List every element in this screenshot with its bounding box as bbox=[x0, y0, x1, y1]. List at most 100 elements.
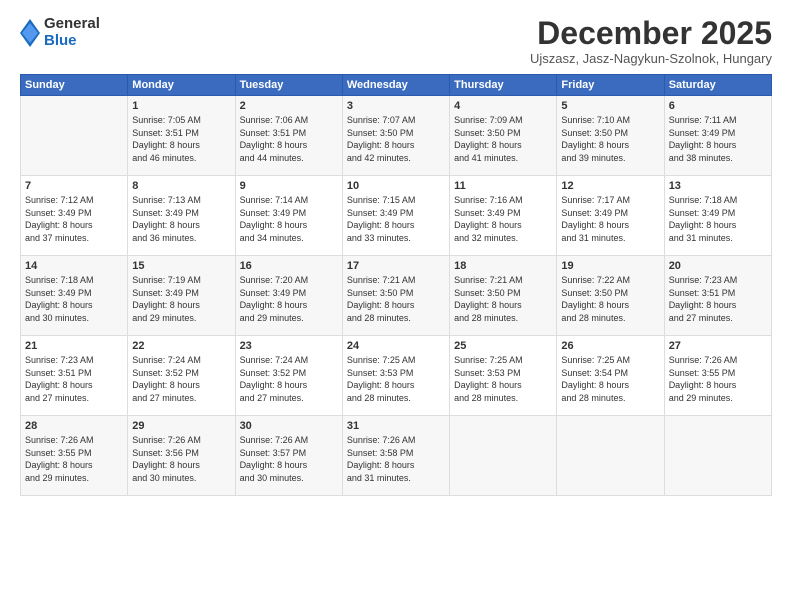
day-cell: 29 Sunrise: 7:26 AM Sunset: 3:56 PM Dayli… bbox=[128, 416, 235, 496]
day-number: 16 bbox=[240, 260, 338, 272]
day-number: 20 bbox=[669, 260, 767, 272]
header-cell-sunday: Sunday bbox=[21, 75, 128, 96]
day-info: Sunrise: 7:09 AM Sunset: 3:50 PM Dayligh… bbox=[454, 114, 552, 164]
day-info: Sunrise: 7:25 AM Sunset: 3:53 PM Dayligh… bbox=[454, 354, 552, 404]
day-cell: 8Sunrise: 7:13 AM Sunset: 3:49 PM Daylig… bbox=[128, 176, 235, 256]
day-number: 8 bbox=[132, 180, 230, 192]
day-number: 30 bbox=[240, 420, 338, 432]
logo-general: General bbox=[44, 16, 100, 33]
day-cell: 23 Sunrise: 7:24 AM Sunset: 3:52 PM Dayli… bbox=[235, 336, 342, 416]
day-info: Sunrise: 7:20 AM Sunset: 3:49 PM Dayligh… bbox=[240, 274, 338, 324]
day-number: 25 bbox=[454, 340, 552, 352]
day-number: 2 bbox=[240, 100, 338, 112]
day-cell: 5Sunrise: 7:10 AM Sunset: 3:50 PM Daylig… bbox=[557, 96, 664, 176]
header-cell-friday: Friday bbox=[557, 75, 664, 96]
day-number: 9 bbox=[240, 180, 338, 192]
day-number: 22 bbox=[132, 340, 230, 352]
day-number: 12 bbox=[561, 180, 659, 192]
day-info: Sunrise: 7:12 AM Sunset: 3:49 PM Dayligh… bbox=[25, 194, 123, 244]
day-number: 21 bbox=[25, 340, 123, 352]
day-info: Sunrise: 7:26 AM Sunset: 3:56 PM Dayligh… bbox=[132, 434, 230, 484]
day-cell: 31Sunrise: 7:26 AM Sunset: 3:58 PM Dayli… bbox=[342, 416, 449, 496]
day-number: 17 bbox=[347, 260, 445, 272]
day-cell: 7 Sunrise: 7:12 AM Sunset: 3:49 PM Daylig… bbox=[21, 176, 128, 256]
header-cell-tuesday: Tuesday bbox=[235, 75, 342, 96]
day-cell: 12 Sunrise: 7:17 AM Sunset: 3:49 PM Dayli… bbox=[557, 176, 664, 256]
day-cell: 1 Sunrise: 7:05 AM Sunset: 3:51 PM Daylig… bbox=[128, 96, 235, 176]
week-row-3: 14Sunrise: 7:18 AM Sunset: 3:49 PM Dayli… bbox=[21, 256, 772, 336]
day-number: 23 bbox=[240, 340, 338, 352]
day-number: 19 bbox=[561, 260, 659, 272]
day-cell: 26Sunrise: 7:25 AM Sunset: 3:54 PM Dayli… bbox=[557, 336, 664, 416]
day-cell: 4 Sunrise: 7:09 AM Sunset: 3:50 PM Daylig… bbox=[450, 96, 557, 176]
day-info: Sunrise: 7:25 AM Sunset: 3:53 PM Dayligh… bbox=[347, 354, 445, 404]
day-info: Sunrise: 7:21 AM Sunset: 3:50 PM Dayligh… bbox=[347, 274, 445, 324]
day-info: Sunrise: 7:15 AM Sunset: 3:49 PM Dayligh… bbox=[347, 194, 445, 244]
week-row-2: 7 Sunrise: 7:12 AM Sunset: 3:49 PM Daylig… bbox=[21, 176, 772, 256]
header-cell-monday: Monday bbox=[128, 75, 235, 96]
day-info: Sunrise: 7:16 AM Sunset: 3:49 PM Dayligh… bbox=[454, 194, 552, 244]
day-cell: 18 Sunrise: 7:21 AM Sunset: 3:50 PM Dayli… bbox=[450, 256, 557, 336]
day-cell: 30 Sunrise: 7:26 AM Sunset: 3:57 PM Dayli… bbox=[235, 416, 342, 496]
day-number: 7 bbox=[25, 180, 123, 192]
day-info: Sunrise: 7:11 AM Sunset: 3:49 PM Dayligh… bbox=[669, 114, 767, 164]
day-number: 3 bbox=[347, 100, 445, 112]
day-cell: 6Sunrise: 7:11 AM Sunset: 3:49 PM Daylig… bbox=[664, 96, 771, 176]
day-info: Sunrise: 7:18 AM Sunset: 3:49 PM Dayligh… bbox=[669, 194, 767, 244]
page: General Blue December 2025 Ujszasz, Jasz… bbox=[0, 0, 792, 612]
day-cell: 27Sunrise: 7:26 AM Sunset: 3:55 PM Dayli… bbox=[664, 336, 771, 416]
day-info: Sunrise: 7:24 AM Sunset: 3:52 PM Dayligh… bbox=[240, 354, 338, 404]
day-cell: 14Sunrise: 7:18 AM Sunset: 3:49 PM Dayli… bbox=[21, 256, 128, 336]
day-cell: 28Sunrise: 7:26 AM Sunset: 3:55 PM Dayli… bbox=[21, 416, 128, 496]
title-section: December 2025 Ujszasz, Jasz-Nagykun-Szol… bbox=[530, 16, 772, 66]
week-row-5: 28Sunrise: 7:26 AM Sunset: 3:55 PM Dayli… bbox=[21, 416, 772, 496]
week-row-4: 21Sunrise: 7:23 AM Sunset: 3:51 PM Dayli… bbox=[21, 336, 772, 416]
day-cell: 13 Sunrise: 7:18 AM Sunset: 3:49 PM Dayli… bbox=[664, 176, 771, 256]
week-row-1: 1 Sunrise: 7:05 AM Sunset: 3:51 PM Daylig… bbox=[21, 96, 772, 176]
day-cell bbox=[664, 416, 771, 496]
day-info: Sunrise: 7:06 AM Sunset: 3:51 PM Dayligh… bbox=[240, 114, 338, 164]
day-cell: 9Sunrise: 7:14 AM Sunset: 3:49 PM Daylig… bbox=[235, 176, 342, 256]
logo-icon bbox=[20, 19, 40, 47]
day-info: Sunrise: 7:26 AM Sunset: 3:57 PM Dayligh… bbox=[240, 434, 338, 484]
header-cell-thursday: Thursday bbox=[450, 75, 557, 96]
header-cell-wednesday: Wednesday bbox=[342, 75, 449, 96]
day-number: 29 bbox=[132, 420, 230, 432]
day-number: 10 bbox=[347, 180, 445, 192]
day-info: Sunrise: 7:05 AM Sunset: 3:51 PM Dayligh… bbox=[132, 114, 230, 164]
day-info: Sunrise: 7:19 AM Sunset: 3:49 PM Dayligh… bbox=[132, 274, 230, 324]
day-info: Sunrise: 7:10 AM Sunset: 3:50 PM Dayligh… bbox=[561, 114, 659, 164]
day-info: Sunrise: 7:24 AM Sunset: 3:52 PM Dayligh… bbox=[132, 354, 230, 404]
day-info: Sunrise: 7:22 AM Sunset: 3:50 PM Dayligh… bbox=[561, 274, 659, 324]
day-cell: 15 Sunrise: 7:19 AM Sunset: 3:49 PM Dayli… bbox=[128, 256, 235, 336]
day-number: 28 bbox=[25, 420, 123, 432]
day-number: 18 bbox=[454, 260, 552, 272]
header: General Blue December 2025 Ujszasz, Jasz… bbox=[20, 16, 772, 66]
day-cell: 22 Sunrise: 7:24 AM Sunset: 3:52 PM Dayli… bbox=[128, 336, 235, 416]
day-cell bbox=[450, 416, 557, 496]
day-number: 4 bbox=[454, 100, 552, 112]
day-number: 24 bbox=[347, 340, 445, 352]
day-info: Sunrise: 7:26 AM Sunset: 3:58 PM Dayligh… bbox=[347, 434, 445, 484]
day-number: 15 bbox=[132, 260, 230, 272]
day-info: Sunrise: 7:21 AM Sunset: 3:50 PM Dayligh… bbox=[454, 274, 552, 324]
day-cell: 2 Sunrise: 7:06 AM Sunset: 3:51 PM Daylig… bbox=[235, 96, 342, 176]
day-info: Sunrise: 7:07 AM Sunset: 3:50 PM Dayligh… bbox=[347, 114, 445, 164]
day-cell: 10 Sunrise: 7:15 AM Sunset: 3:49 PM Dayli… bbox=[342, 176, 449, 256]
day-number: 26 bbox=[561, 340, 659, 352]
day-info: Sunrise: 7:23 AM Sunset: 3:51 PM Dayligh… bbox=[669, 274, 767, 324]
calendar-subtitle: Ujszasz, Jasz-Nagykun-Szolnok, Hungary bbox=[530, 51, 772, 66]
day-cell: 3 Sunrise: 7:07 AM Sunset: 3:50 PM Daylig… bbox=[342, 96, 449, 176]
day-cell: 21Sunrise: 7:23 AM Sunset: 3:51 PM Dayli… bbox=[21, 336, 128, 416]
day-number: 13 bbox=[669, 180, 767, 192]
calendar-title: December 2025 bbox=[530, 16, 772, 51]
day-cell bbox=[557, 416, 664, 496]
day-number: 1 bbox=[132, 100, 230, 112]
day-info: Sunrise: 7:17 AM Sunset: 3:49 PM Dayligh… bbox=[561, 194, 659, 244]
day-cell: 20 Sunrise: 7:23 AM Sunset: 3:51 PM Dayli… bbox=[664, 256, 771, 336]
day-number: 11 bbox=[454, 180, 552, 192]
day-cell: 11 Sunrise: 7:16 AM Sunset: 3:49 PM Dayli… bbox=[450, 176, 557, 256]
day-cell: 19 Sunrise: 7:22 AM Sunset: 3:50 PM Dayli… bbox=[557, 256, 664, 336]
day-cell: 16 Sunrise: 7:20 AM Sunset: 3:49 PM Dayli… bbox=[235, 256, 342, 336]
day-info: Sunrise: 7:26 AM Sunset: 3:55 PM Dayligh… bbox=[669, 354, 767, 404]
